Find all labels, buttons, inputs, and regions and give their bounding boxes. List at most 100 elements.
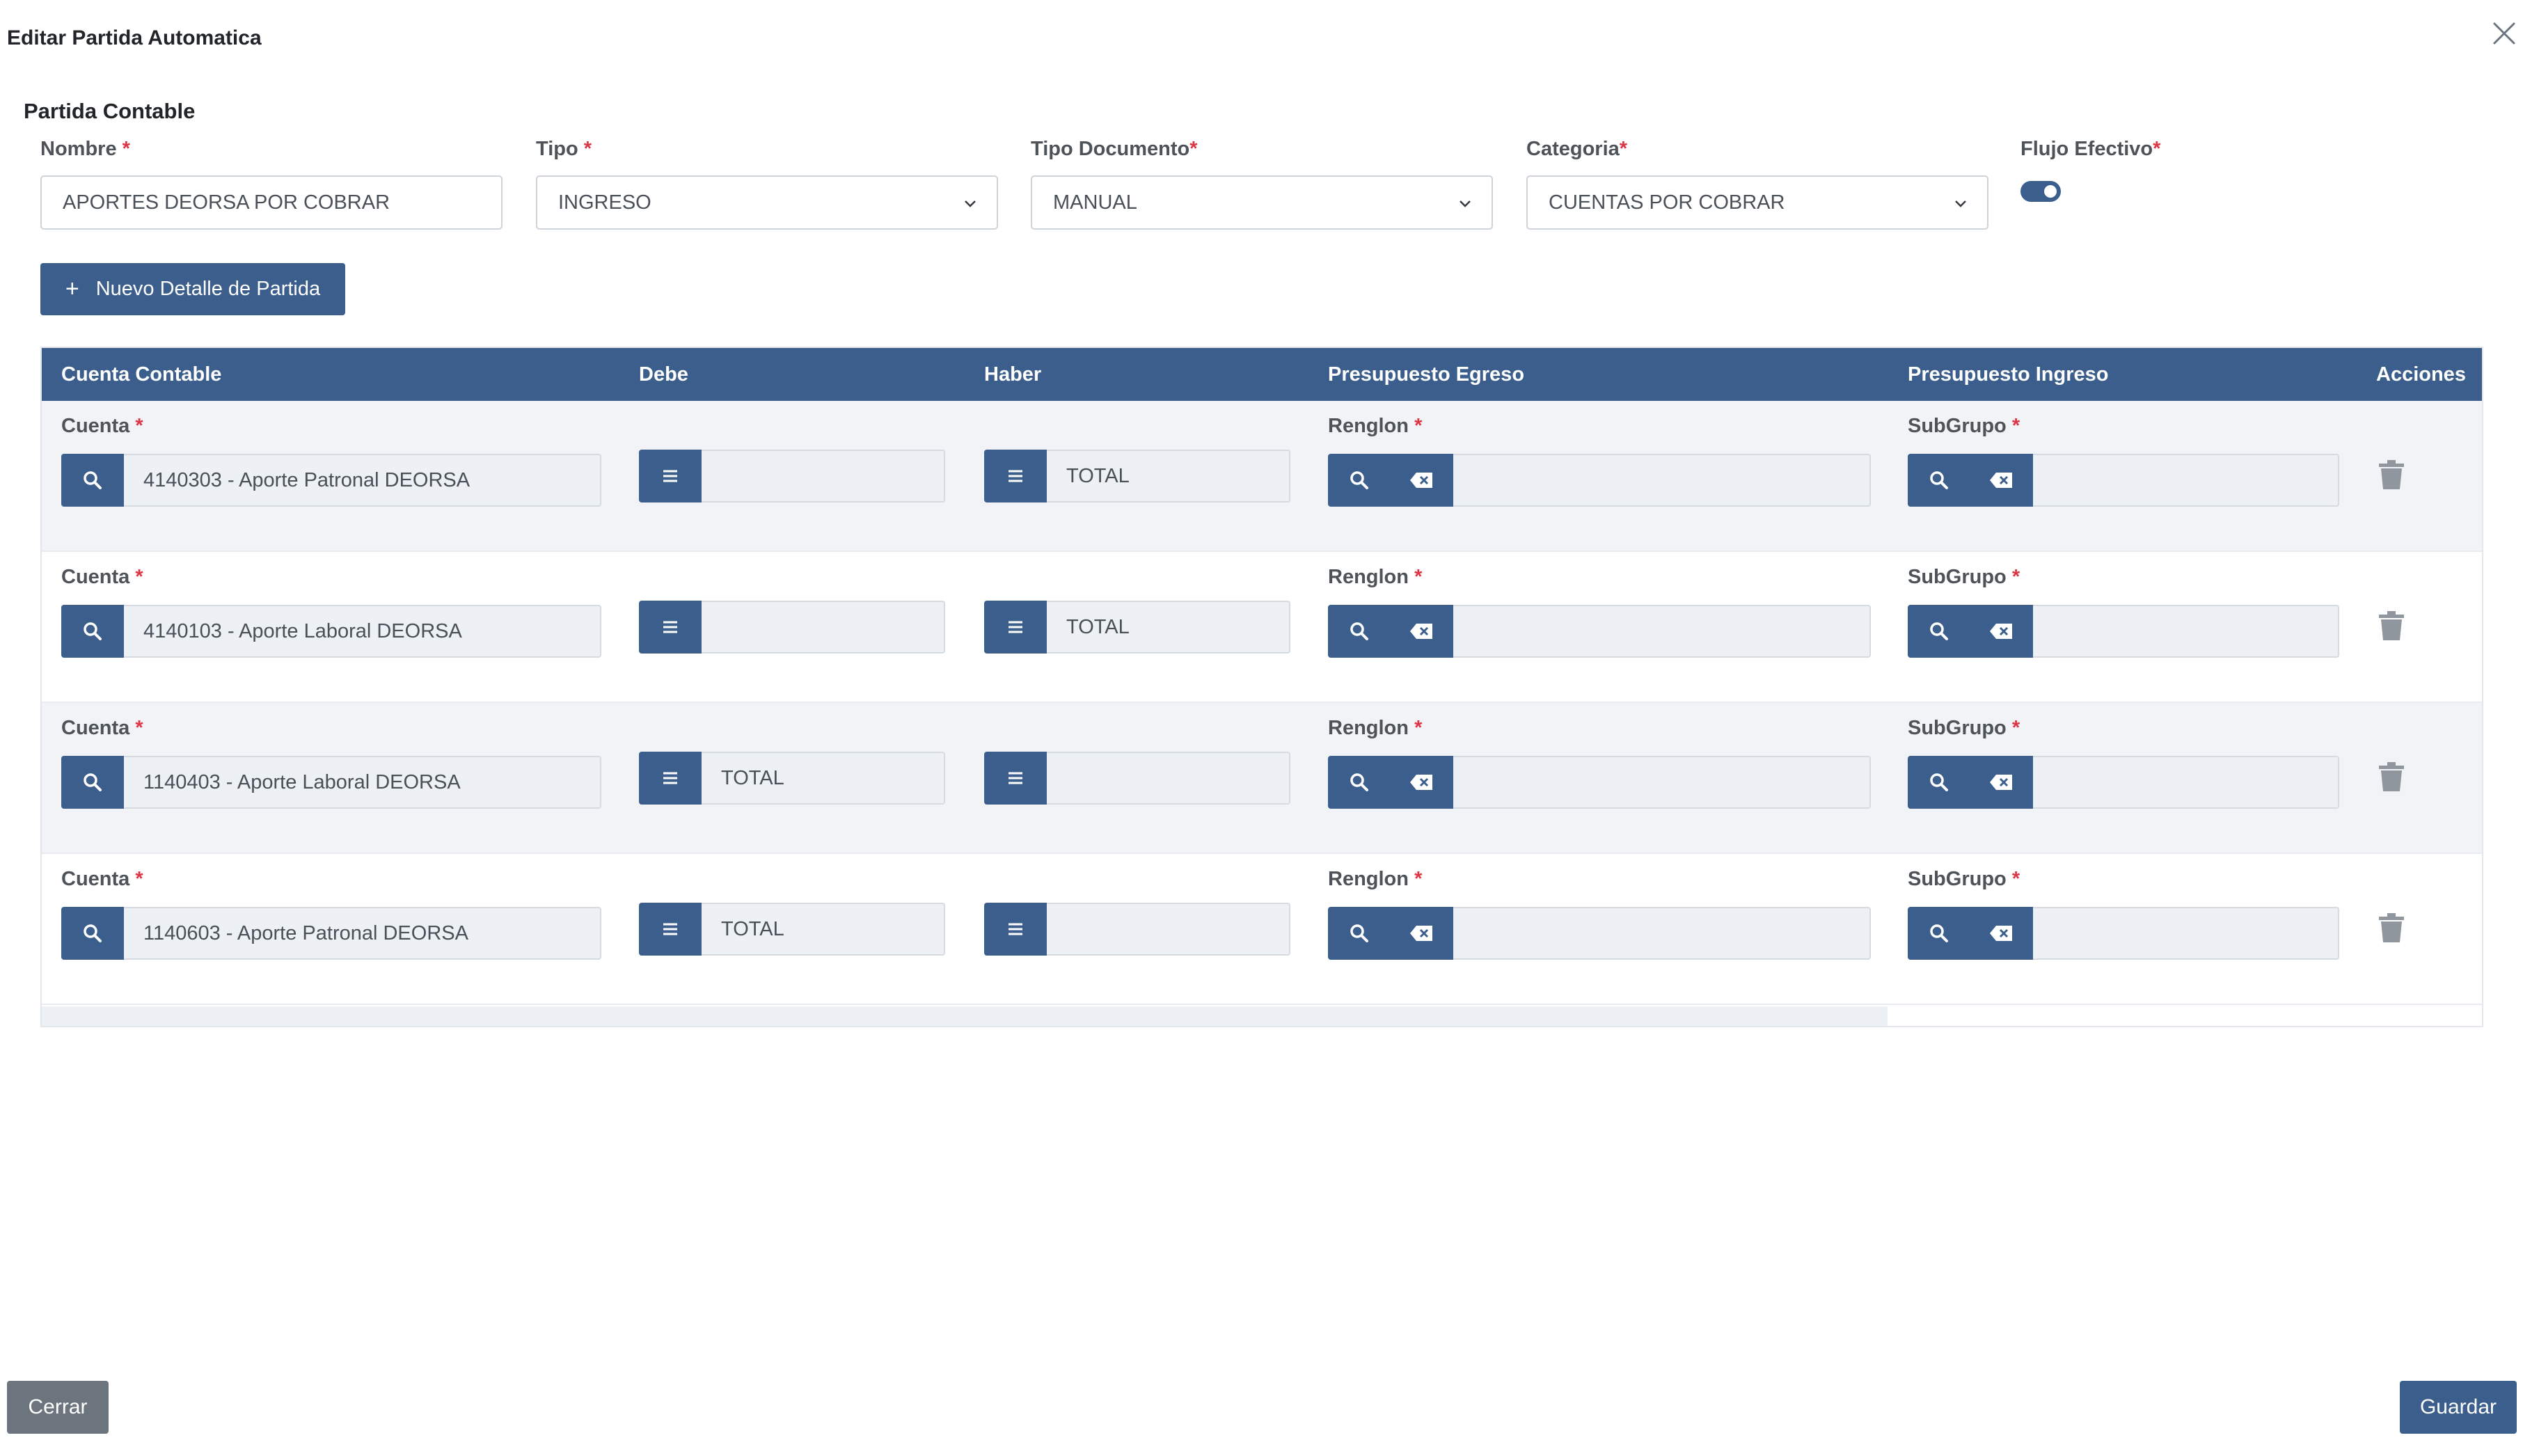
search-button[interactable] [1908,454,1970,507]
clear-button[interactable] [1391,454,1453,507]
search-button[interactable] [1328,756,1391,809]
renglon-label-text: Renglon [1328,717,1409,739]
categoria-select[interactable]: CUENTAS POR COBRAR [1526,175,1988,230]
formula-button[interactable] [984,450,1047,503]
cuenta-input-group: 4140103 - Aporte Laboral DEORSA [61,605,601,658]
haber-field[interactable]: TOTAL [1047,450,1290,503]
cuenta-label: Cuenta * [61,566,143,589]
search-icon [1350,924,1368,942]
haber-field[interactable]: TOTAL [1047,601,1290,654]
cuenta-field[interactable]: 4140303 - Aporte Patronal DEORSA [124,454,601,507]
formula-button[interactable] [639,450,702,503]
menu-icon [663,772,677,784]
subgrupo-field[interactable] [2033,907,2339,960]
new-detail-button[interactable]: + Nuevo Detalle de Partida [40,263,345,315]
formula-button[interactable] [984,752,1047,805]
horizontal-scrollbar[interactable] [42,1006,1888,1026]
search-button[interactable] [1908,907,1970,960]
close-icon[interactable] [2490,19,2518,47]
search-button[interactable] [61,907,124,960]
close-button[interactable]: Cerrar [7,1381,109,1434]
tipo-documento-label: Tipo Documento* [1031,138,1198,161]
formula-button[interactable] [639,752,702,805]
search-icon [84,622,102,640]
haber-field[interactable] [1047,903,1290,956]
backspace-icon [1990,624,2012,639]
renglon-field[interactable] [1453,756,1871,809]
categoria-label: Categoria* [1526,138,1627,161]
formula-button[interactable] [639,601,702,654]
search-button[interactable] [61,605,124,658]
formula-button[interactable] [984,903,1047,956]
flujo-efectivo-toggle[interactable] [2020,181,2061,202]
renglon-input-group [1328,907,1871,960]
debe-field[interactable]: TOTAL [702,903,945,956]
search-button[interactable] [1908,756,1970,809]
search-button[interactable] [1328,605,1391,658]
subgrupo-input-group [1908,454,2339,507]
subgrupo-input-group [1908,605,2339,658]
search-button[interactable] [1328,454,1391,507]
clear-button[interactable] [1970,756,2033,809]
haber-input-group [984,752,1290,805]
cuenta-value: 1140603 - Aporte Patronal DEORSA [143,921,468,944]
trash-icon[interactable] [2378,459,2405,490]
subgrupo-field[interactable] [2033,756,2339,809]
search-button[interactable] [1908,605,1970,658]
required-mark: * [1414,566,1423,588]
cuenta-label-text: Cuenta [61,566,130,588]
formula-button[interactable] [984,601,1047,654]
debe-field[interactable] [702,450,945,503]
nombre-input[interactable]: APORTES DEORSA POR COBRAR [40,175,503,230]
debe-field[interactable] [702,601,945,654]
search-button[interactable] [1328,907,1391,960]
search-icon [84,471,102,489]
clear-button[interactable] [1970,907,2033,960]
trash-icon[interactable] [2378,761,2405,792]
menu-icon [1009,772,1022,784]
debe-field[interactable]: TOTAL [702,752,945,805]
debe-input-group [639,601,945,654]
cuenta-label: Cuenta * [61,415,143,438]
cuenta-field[interactable]: 1140403 - Aporte Laboral DEORSA [124,756,601,809]
save-button[interactable]: Guardar [2400,1381,2517,1434]
renglon-label: Renglon * [1328,717,1422,740]
cuenta-value: 1140403 - Aporte Laboral DEORSA [143,770,461,793]
cuenta-field[interactable]: 4140103 - Aporte Laboral DEORSA [124,605,601,658]
formula-button[interactable] [639,903,702,956]
trash-icon[interactable] [2378,912,2405,943]
cuenta-field[interactable]: 1140603 - Aporte Patronal DEORSA [124,907,601,960]
tipo-label: Tipo * [536,138,592,161]
renglon-field[interactable] [1453,605,1871,658]
tipo-documento-label-text: Tipo Documento [1031,138,1190,160]
subgrupo-field[interactable] [2033,454,2339,507]
renglon-field[interactable] [1453,454,1871,507]
search-icon [84,924,102,942]
subgrupo-label-text: SubGrupo [1908,566,2007,588]
search-button[interactable] [61,454,124,507]
clear-button[interactable] [1391,756,1453,809]
required-mark: * [122,138,130,160]
clear-button[interactable] [1970,454,2033,507]
trash-icon[interactable] [2378,610,2405,641]
clear-button[interactable] [1391,605,1453,658]
subgrupo-input-group [1908,756,2339,809]
renglon-field[interactable] [1453,907,1871,960]
cuenta-label: Cuenta * [61,717,143,740]
cuenta-value: 4140103 - Aporte Laboral DEORSA [143,619,462,642]
backspace-icon [1990,775,2012,790]
new-detail-label: Nuevo Detalle de Partida [95,278,321,300]
renglon-label: Renglon * [1328,415,1422,438]
haber-input-group [984,903,1290,956]
search-icon [1930,773,1948,791]
categoria-value: CUENTAS POR COBRAR [1549,191,1785,214]
clear-button[interactable] [1391,907,1453,960]
modal-title: Editar Partida Automatica [7,26,262,49]
subgrupo-field[interactable] [2033,605,2339,658]
haber-field[interactable] [1047,752,1290,805]
search-button[interactable] [61,756,124,809]
tipo-documento-select[interactable]: MANUAL [1031,175,1493,230]
clear-button[interactable] [1970,605,2033,658]
required-mark: * [1189,138,1198,160]
tipo-select[interactable]: INGRESO [536,175,998,230]
